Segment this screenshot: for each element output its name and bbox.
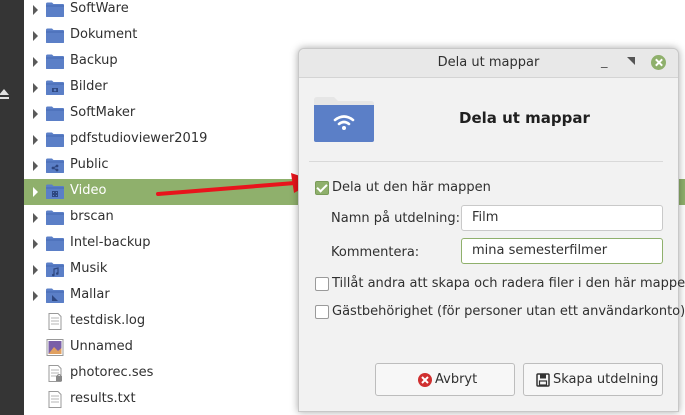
text-file-icon (45, 391, 65, 408)
expand-arrow-icon[interactable] (33, 239, 38, 249)
image-file-icon (45, 339, 65, 356)
expand-arrow-icon[interactable] (33, 57, 38, 67)
folder-icon (45, 53, 65, 70)
tree-row-label: Unnamed (70, 339, 133, 354)
share-dialog: Dela ut mappar _ Dela ut mappar Dela ut … (298, 48, 685, 412)
music-folder-icon (45, 261, 65, 278)
guest-access-checkbox[interactable] (315, 305, 329, 319)
dialog-title: Dela ut mappar (437, 55, 540, 70)
eject-icon[interactable] (0, 88, 10, 100)
guest-access-label: Gästbehörighet (för personer utan ett an… (332, 304, 685, 319)
tree-row-label: Backup (70, 53, 118, 68)
tree-row-label: testdisk.log (70, 313, 146, 328)
allow-others-label: Tillåt andra att skapa och radera filer … (332, 276, 685, 291)
tree-row-label: pdfstudioviewer2019 (70, 131, 208, 146)
minimize-icon[interactable]: _ (601, 55, 608, 68)
expand-arrow-icon[interactable] (33, 213, 38, 223)
folder-icon (45, 235, 65, 252)
tree-row-label: Mallar (70, 287, 110, 302)
share-folder-checkbox[interactable] (315, 181, 329, 195)
comment-label: Kommentera: (331, 245, 420, 260)
expand-arrow-icon[interactable] (33, 187, 38, 197)
tree-row-label: Public (70, 157, 109, 172)
share-name-field[interactable]: Film (461, 205, 663, 231)
annotation-arrow (156, 173, 315, 196)
dialog-heading: Dela ut mappar (459, 109, 590, 127)
tree-row-label: Dokument (70, 27, 138, 42)
film-folder-icon (45, 183, 65, 200)
expand-arrow-icon[interactable] (33, 161, 38, 171)
camera-folder-icon (45, 79, 65, 96)
folder-icon (45, 131, 65, 148)
tree-row-label: Musik (70, 261, 108, 276)
create-share-button[interactable]: Skapa utdelning (523, 363, 663, 396)
tree-row-label: Video (70, 183, 107, 198)
allow-others-checkbox[interactable] (315, 277, 329, 291)
create-share-button-label: Skapa utdelning (553, 372, 659, 387)
expand-arrow-icon[interactable] (33, 5, 38, 15)
tree-row[interactable]: SoftWare (24, 0, 685, 23)
tree-row-label: brscan (70, 209, 114, 224)
tree-row-label: SoftMaker (70, 105, 136, 120)
folder-icon (45, 1, 65, 18)
divider (309, 161, 663, 162)
locked-file-icon (45, 365, 65, 382)
share-folder-icon (45, 157, 65, 174)
tree-row-label: Intel-backup (70, 235, 151, 250)
maximize-icon[interactable] (624, 56, 636, 68)
dialog-titlebar: Dela ut mappar _ (299, 49, 678, 78)
expand-arrow-icon[interactable] (33, 31, 38, 41)
left-sidebar (0, 0, 24, 415)
folder-icon (45, 27, 65, 44)
expand-arrow-icon[interactable] (33, 109, 38, 119)
cancel-button[interactable]: Avbryt (375, 363, 515, 396)
expand-arrow-icon[interactable] (33, 83, 38, 93)
tree-row-label: results.txt (70, 391, 136, 406)
folder-icon (45, 209, 65, 226)
shared-folder-icon (314, 97, 374, 142)
comment-field[interactable]: mina semesterfilmer (461, 238, 663, 264)
tree-row-label: SoftWare (70, 1, 129, 16)
expand-arrow-icon[interactable] (33, 135, 38, 145)
share-folder-label: Dela ut den här mappen (332, 180, 491, 195)
text-file-icon (45, 313, 65, 330)
tree-row-label: Bilder (70, 79, 108, 94)
save-icon (536, 373, 550, 387)
cancel-icon (418, 373, 432, 387)
cancel-button-label: Avbryt (435, 372, 478, 387)
expand-arrow-icon[interactable] (33, 291, 38, 301)
template-folder-icon (45, 287, 65, 304)
expand-arrow-icon[interactable] (33, 265, 38, 275)
folder-icon (45, 105, 65, 122)
tree-row[interactable]: Dokument (24, 23, 685, 49)
close-icon[interactable] (651, 55, 666, 70)
tree-row-label: photorec.ses (70, 365, 154, 380)
share-name-label: Namn på utdelning: (331, 211, 460, 226)
